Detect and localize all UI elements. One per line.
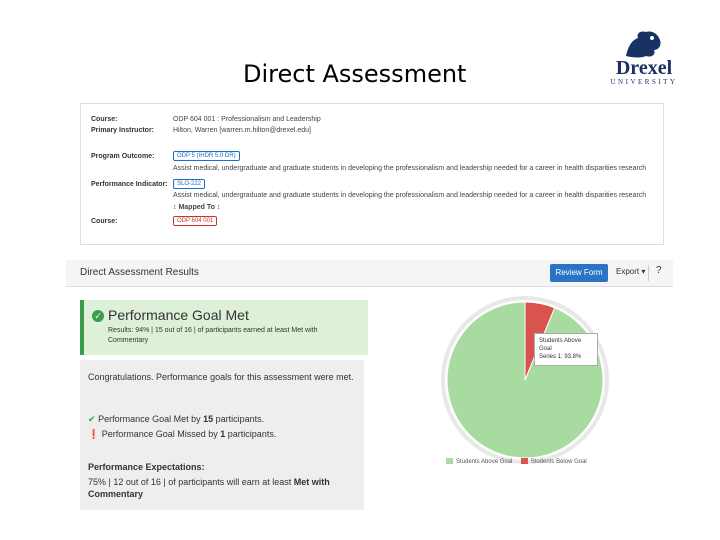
course2-badge[interactable]: ODP 604 001: [173, 216, 218, 226]
goal-missed-line: ❗ Performance Goal Missed by 1 participa…: [88, 429, 276, 440]
congrats-text: Congratulations. Performance goals for t…: [88, 372, 354, 382]
chart-legend: Students Above Goal Students Below Goal: [446, 458, 587, 465]
program-outcome-badge[interactable]: ODP 5 (IHDR 5.0 DR): [173, 151, 240, 161]
divider: [648, 265, 649, 281]
goal-summary: Results: 94% | 15 out of 16 | of partici…: [108, 327, 318, 344]
export-dropdown[interactable]: Export ▾: [616, 267, 645, 276]
goal-heading: Performance Goal Met: [108, 307, 249, 323]
indicator-label: Performance Indicator:: [91, 181, 168, 188]
met-prefix: Performance Goal Met by: [98, 414, 204, 424]
arrow-icon: ↕: [173, 204, 177, 211]
caret-down-icon: ▾: [641, 267, 646, 276]
expectations-heading: Performance Expectations:: [88, 462, 205, 472]
results-header: Direct Assessment Results Review Form Ex…: [66, 260, 673, 287]
goal-status-panel: ✓ Performance Goal Met Results: 94% | 15 …: [80, 300, 368, 355]
expectations-prefix: 75% | 12 out of 16 | of participants wil…: [88, 477, 294, 487]
mapped-to-label: Mapped To: [178, 204, 215, 211]
instructor-label: Primary Instructor:: [91, 127, 155, 134]
course-link[interactable]: ODP 604 001 : Professionalism and Leader…: [173, 116, 321, 123]
export-label: Export: [616, 267, 640, 276]
legend-item-above[interactable]: Students Above Goal: [446, 458, 513, 465]
review-form-button[interactable]: Review Form: [550, 264, 608, 282]
help-icon[interactable]: ?: [656, 265, 662, 276]
message-panel: Congratulations. Performance goals for t…: [80, 360, 364, 510]
check-circle-icon: ✔: [88, 414, 96, 424]
legend-swatch: [446, 458, 453, 464]
indicator-badge[interactable]: SLO-222: [173, 179, 206, 189]
check-circle-icon: ✓: [92, 310, 104, 322]
goal-heading-row: ✓ Performance Goal Met: [92, 307, 249, 323]
goal-met-line: ✔ Performance Goal Met by 15 participant…: [88, 414, 264, 425]
mapped-to: ↕ Mapped To ↕: [173, 204, 220, 211]
legend-swatch: [520, 458, 528, 464]
program-outcome-text: Assist medical, undergraduate and gradua…: [173, 165, 647, 172]
pie-chart: [441, 296, 609, 464]
indicator-text: Assist medical, undergraduate and gradua…: [173, 192, 647, 199]
alert-circle-icon: ❗: [88, 429, 100, 439]
instructor-value: Hilton, Warren [warren.m.hilton@drexel.e…: [173, 127, 311, 134]
legend-label: Students Below Goal: [530, 459, 587, 465]
missed-prefix: Performance Goal Missed by: [101, 429, 221, 439]
chart-tooltip: Students Above Goal Series 1: 93.8%: [534, 333, 598, 366]
legend-label: Students Above Goal: [456, 459, 513, 465]
dragon-icon: [626, 31, 661, 58]
drexel-logo: Drexel UNIVERSITY: [606, 28, 682, 102]
course2-label: Course:: [91, 218, 118, 225]
slide-title: Direct Assessment: [243, 60, 467, 88]
assessment-details-panel: Course: ODP 604 001 : Professionalism an…: [80, 103, 664, 245]
expectations-text: 75% | 12 out of 16 | of participants wil…: [88, 476, 358, 500]
missed-suffix: participants.: [225, 429, 277, 439]
tooltip-line1: Students Above Goal: [539, 338, 582, 352]
arrow-icon: ↕: [216, 204, 221, 211]
results-title: Direct Assessment Results: [80, 267, 199, 278]
tooltip-line2: Series 1: 93.8%: [539, 354, 582, 360]
legend-item-below[interactable]: Students Below Goal: [520, 458, 587, 465]
program-outcome-label: Program Outcome:: [91, 153, 155, 160]
logo-wordmark: Drexel: [615, 57, 673, 79]
course-label: Course:: [91, 116, 118, 123]
logo-subtext: UNIVERSITY: [610, 78, 678, 86]
met-suffix: participants.: [213, 414, 265, 424]
met-count: 15: [203, 414, 214, 424]
